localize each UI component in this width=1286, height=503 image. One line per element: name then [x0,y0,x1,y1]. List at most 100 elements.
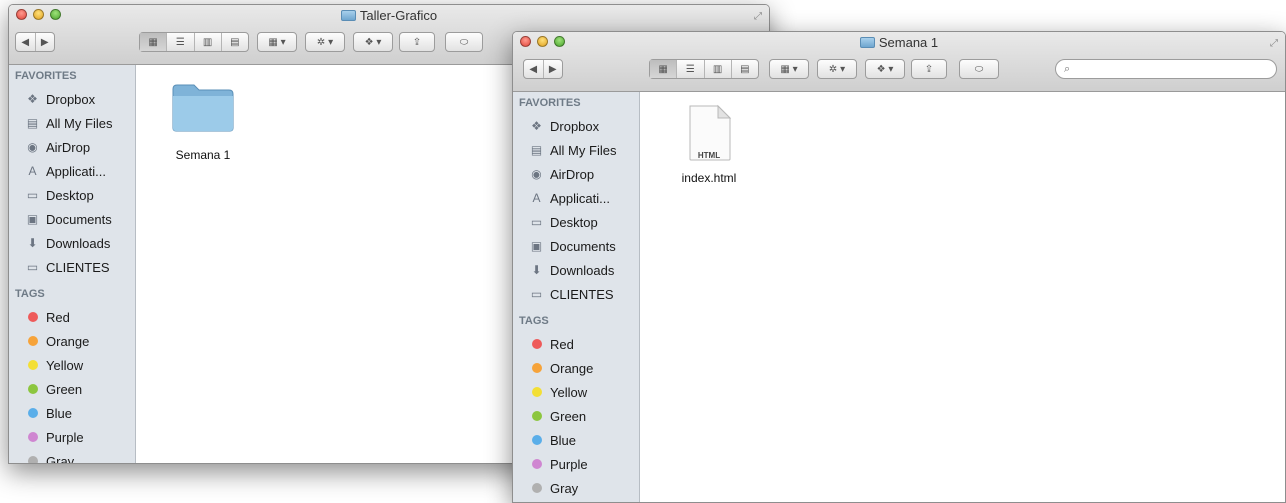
back-icon[interactable]: ◀ [524,60,544,78]
sidebar-item-documents[interactable]: ▣ Documents [9,207,135,231]
sidebar-item-label: Desktop [550,214,598,230]
arrange-button[interactable]: ▦ ▾ [769,59,809,79]
list-view-icon[interactable]: ☰ [677,60,705,78]
file-browser-area[interactable]: HTML index.html [640,92,1285,502]
sidebar-item-label: Documents [46,211,112,227]
back-icon[interactable]: ◀ [16,33,36,51]
sidebar-item-label: Applicati... [550,190,610,206]
back-forward-buttons[interactable]: ◀ ▶ [523,59,563,79]
airdrop-icon: ◉ [27,140,38,154]
airdrop-icon: ◉ [531,167,542,181]
tag-color-dot [532,483,542,493]
sidebar-tag-red[interactable]: Red [513,332,639,356]
tag-color-dot [28,432,38,442]
sidebar-tag-purple[interactable]: Purple [9,425,135,449]
sidebar-item-all-my-files[interactable]: ▤ All My Files [513,138,639,162]
sidebar-tag-purple[interactable]: Purple [513,452,639,476]
sidebar-tag-green[interactable]: Green [9,377,135,401]
sidebar-item-dropbox[interactable]: ❖ Dropbox [513,114,639,138]
forward-icon[interactable]: ▶ [544,60,563,78]
tag-label: Yellow [46,357,84,373]
toolbar: ◀ ▶ ▦ ☰ ▥ ▤ ▦ ▾ ✲ ▾ ❖ ▾ ⇪ ⬭ [513,56,1285,82]
sidebar-tag-gray[interactable]: Gray [9,449,135,463]
sidebar-item-applications[interactable]: A Applicati... [513,186,639,210]
favorites-heading: FAVORITES [519,97,581,109]
sidebar-tag-green[interactable]: Green [513,404,639,428]
dropbox-icon: ❖ ▾ [364,36,382,48]
arrange-button[interactable]: ▦ ▾ [257,32,297,52]
gear-icon: ✲ ▾ [828,63,846,75]
sidebar-tag-orange[interactable]: Orange [513,356,639,380]
file-name: index.html [681,171,737,185]
sidebar-tag-yellow[interactable]: Yellow [513,380,639,404]
view-mode-buttons[interactable]: ▦ ☰ ▥ ▤ [139,32,249,52]
file-item-html[interactable]: HTML index.html [664,104,754,185]
column-view-icon[interactable]: ▥ [195,33,222,51]
tags-button[interactable]: ⬭ [445,32,483,52]
tags-button[interactable]: ⬭ [959,59,999,79]
icon-view-icon[interactable]: ▦ [650,60,678,78]
share-icon: ⇪ [412,36,422,48]
sidebar-item-label: Downloads [46,235,111,251]
dropbox-icon: ❖ [27,92,38,106]
sidebar-item-label: Desktop [46,187,94,203]
sidebar-tag-blue[interactable]: Blue [513,428,639,452]
favorites-heading: FAVORITES [15,70,77,82]
sidebar-item-downloads[interactable]: ⬇ Downloads [513,258,639,282]
titlebar[interactable]: Semana 1 ⤢ ◀ ▶ ▦ ☰ ▥ ▤ ▦ ▾ ✲ ▾ ❖ ▾ ⇪ ⬭ ⌕ [513,32,1285,92]
tag-label: Green [550,408,587,424]
fullscreen-icon[interactable]: ⤢ [754,11,762,22]
search-field[interactable]: ⌕ [1055,59,1277,79]
dropbox-button[interactable]: ❖ ▾ [353,32,393,52]
sidebar-item-clientes[interactable]: ▭ CLIENTES [513,282,639,306]
sidebar-item-label: Dropbox [46,91,96,107]
list-view-icon[interactable]: ☰ [167,33,195,51]
finder-window-semana-1[interactable]: Semana 1 ⤢ ◀ ▶ ▦ ☰ ▥ ▤ ▦ ▾ ✲ ▾ ❖ ▾ ⇪ ⬭ ⌕… [512,31,1286,503]
arrange-icon: ▦ ▾ [268,36,286,48]
tags-heading: TAGS [519,315,549,327]
sidebar-tag-orange[interactable]: Orange [9,329,135,353]
file-item-folder[interactable]: Semana 1 [158,81,248,162]
sidebar-item-desktop[interactable]: ▭ Desktop [9,183,135,207]
tag-label: Yellow [550,384,588,400]
share-button[interactable]: ⇪ [911,59,947,79]
action-button[interactable]: ✲ ▾ [305,32,345,52]
sidebar-item-downloads[interactable]: ⬇ Downloads [9,231,135,255]
applications-icon: A [28,164,37,178]
sidebar-item-documents[interactable]: ▣ Documents [513,234,639,258]
gear-icon: ✲ ▾ [316,36,334,48]
sidebar-item-clientes[interactable]: ▭ CLIENTES [9,255,135,279]
tag-label: Green [46,381,83,397]
tag-color-dot [532,363,542,373]
tag-label: Blue [46,405,73,421]
sidebar-item-desktop[interactable]: ▭ Desktop [513,210,639,234]
share-button[interactable]: ⇪ [399,32,435,52]
sidebar-item-label: All My Files [46,115,113,131]
column-view-icon[interactable]: ▥ [705,60,732,78]
sidebar-tag-gray[interactable]: Gray [513,476,639,500]
folder-icon: ▭ [530,287,543,301]
sidebar-item-label: CLIENTES [46,259,110,275]
view-mode-buttons[interactable]: ▦ ☰ ▥ ▤ [649,59,759,79]
window-title-text: Semana 1 [878,35,939,50]
sidebar-item-airdrop[interactable]: ◉ AirDrop [9,135,135,159]
sidebar-tag-blue[interactable]: Blue [9,401,135,425]
sidebar-item-dropbox[interactable]: ❖ Dropbox [9,87,135,111]
forward-icon[interactable]: ▶ [36,33,55,51]
coverflow-view-icon[interactable]: ▤ [732,60,758,78]
icon-view-icon[interactable]: ▦ [140,33,168,51]
sidebar-item-applications[interactable]: A Applicati... [9,159,135,183]
sidebar-tag-yellow[interactable]: Yellow [9,353,135,377]
folder-icon: ▭ [26,260,39,274]
all-files-icon: ▤ [530,143,543,157]
tag-color-dot [532,339,542,349]
sidebar-item-airdrop[interactable]: ◉ AirDrop [513,162,639,186]
fullscreen-icon[interactable]: ⤢ [1270,38,1278,49]
coverflow-view-icon[interactable]: ▤ [222,33,248,51]
back-forward-buttons[interactable]: ◀ ▶ [15,32,55,52]
sidebar-item-all-my-files[interactable]: ▤ All My Files [9,111,135,135]
action-button[interactable]: ✲ ▾ [817,59,857,79]
dropbox-button[interactable]: ❖ ▾ [865,59,905,79]
sidebar-tag-red[interactable]: Red [9,305,135,329]
sidebar-item-label: Applicati... [46,163,106,179]
